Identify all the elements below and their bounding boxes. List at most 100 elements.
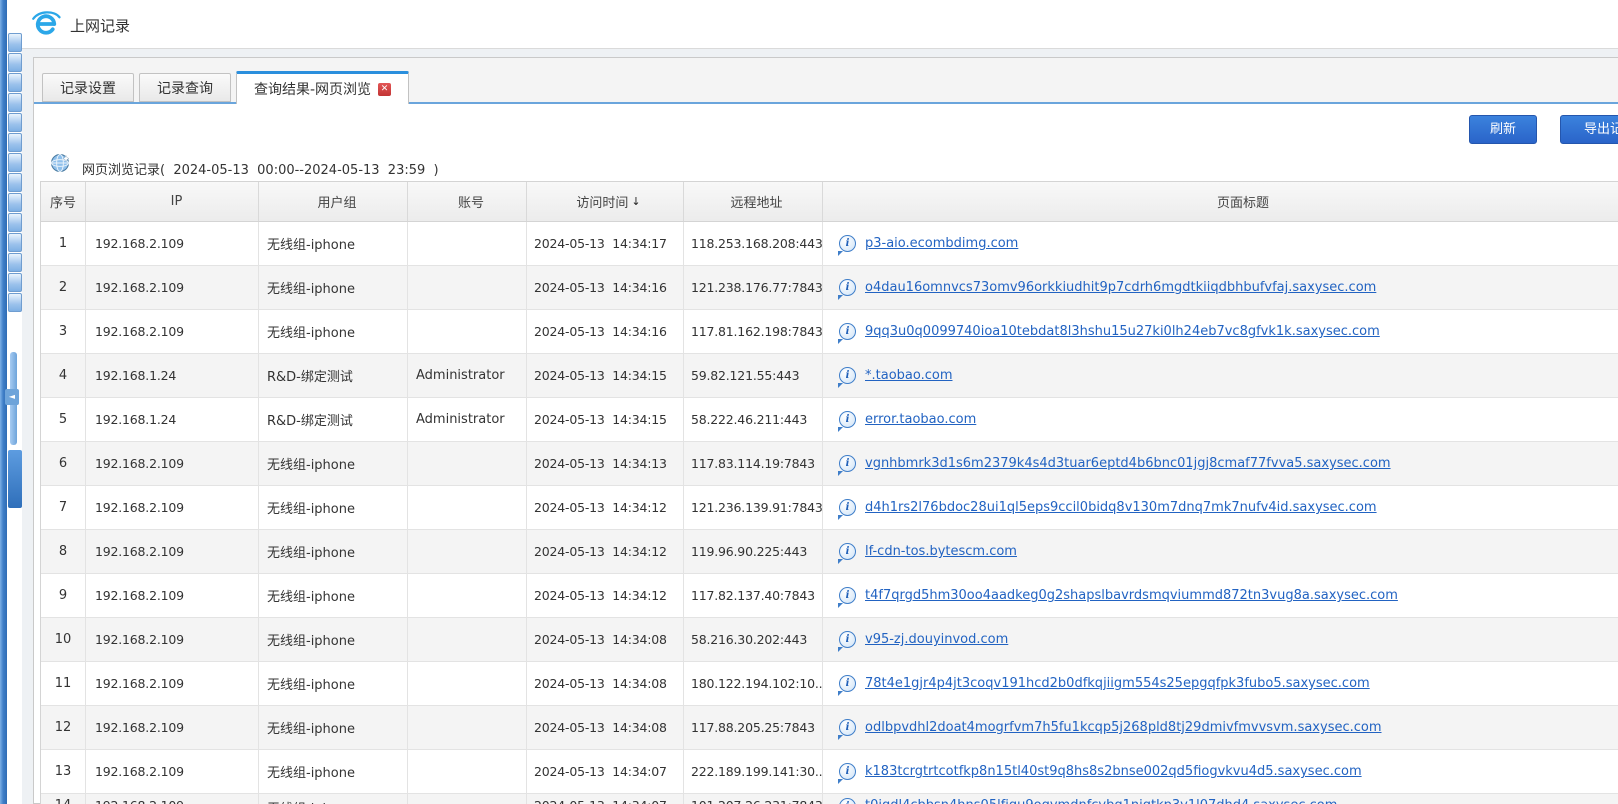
export-records-button[interactable]: 导出记录	[1560, 115, 1618, 144]
cell-ip: 192.168.2.109	[86, 530, 259, 573]
info-icon[interactable]: i	[839, 675, 856, 692]
tab-1[interactable]: 记录设置	[42, 73, 134, 102]
cell-no: 8	[41, 530, 86, 573]
sort-desc-icon: ↓	[631, 195, 640, 208]
cell-no: 4	[41, 354, 86, 397]
page-title-link[interactable]: d4h1rs2l76bdoc28ui1ql5eps9ccil0bidq8v130…	[865, 500, 1377, 515]
column-label: 用户组	[317, 192, 356, 211]
info-icon[interactable]: i	[839, 798, 856, 804]
cell-ip: 192.168.2.109	[86, 266, 259, 309]
info-icon[interactable]: i	[839, 411, 856, 428]
sidebar-collapsed-item[interactable]	[8, 193, 22, 212]
page-title-link[interactable]: lf-cdn-tos.bytescm.com	[865, 544, 1017, 559]
cell-group: R&D-绑定测试	[259, 398, 408, 441]
cell-ip: 192.168.2.109	[86, 662, 259, 705]
column-header-1[interactable]: IP	[86, 182, 259, 221]
info-icon[interactable]: i	[839, 455, 856, 472]
sidebar-collapsed-item[interactable]	[8, 73, 22, 92]
column-header-4[interactable]: 访问时间↓	[527, 182, 684, 221]
sidebar-collapsed-item[interactable]	[8, 153, 22, 172]
cell-no: 1	[41, 222, 86, 265]
top-bar: 上网记录	[22, 0, 1618, 49]
page-title-link[interactable]: v95-zj.douyinvod.com	[865, 632, 1008, 647]
cell-title: i 9qq3u0q0099740ioa10tebdat8l3hshu15u27ki…	[823, 310, 1618, 353]
info-icon[interactable]: i	[839, 763, 856, 780]
cell-account	[408, 794, 527, 804]
column-label: 序号	[50, 192, 76, 211]
page-title-link[interactable]: 9qq3u0q0099740ioa10tebdat8l3hshu15u27ki0…	[865, 324, 1380, 339]
column-label: IP	[171, 194, 183, 209]
column-header-0[interactable]: 序号	[41, 182, 86, 221]
cell-time: 2024-05-13 14:34:07	[527, 794, 684, 804]
info-icon[interactable]: i	[839, 499, 856, 516]
table-row: 8192.168.2.109无线组-iphone 2024-05-13 14:34…	[41, 530, 1618, 574]
cell-time: 2024-05-13 14:34:15	[527, 398, 684, 441]
page-title-link[interactable]: p3-aio.ecombdimg.com	[865, 236, 1018, 251]
page-title-link[interactable]: error.taobao.com	[865, 412, 976, 427]
info-icon[interactable]: i	[839, 367, 856, 384]
info-icon[interactable]: i	[839, 543, 856, 560]
sidebar-collapsed-item[interactable]	[8, 33, 22, 52]
cell-account	[408, 618, 527, 661]
sidebar-collapsed-item[interactable]	[8, 173, 22, 192]
cell-ip: 192.168.2.109	[86, 442, 259, 485]
page-title-link[interactable]: t4f7qrgd5hm30oo4aadkeg0g2shapslbavrdsmqv…	[865, 588, 1398, 603]
cell-title: i v95-zj.douyinvod.com	[823, 618, 1618, 661]
column-header-3[interactable]: 账号	[408, 182, 527, 221]
sidebar-collapsed-item[interactable]	[8, 93, 22, 112]
page-title-link[interactable]: *.taobao.com	[865, 368, 953, 383]
cell-group: 无线组-iphone	[259, 530, 408, 573]
cell-ip: 192.168.1.24	[86, 354, 259, 397]
internet-explorer-icon	[31, 9, 61, 39]
cell-no: 13	[41, 750, 86, 793]
page-title-link[interactable]: o4dau16omnvcs73omv96orkkiudhit9p7cdrh6mg…	[865, 280, 1376, 295]
cell-no: 6	[41, 442, 86, 485]
column-header-6[interactable]: 页面标题	[823, 182, 1618, 221]
cell-account	[408, 442, 527, 485]
sidebar-collapsed-item[interactable]	[8, 253, 22, 272]
table-row: 2192.168.2.109无线组-iphone2024-05-13 14:34…	[41, 266, 1618, 310]
refresh-button[interactable]: 刷新	[1469, 115, 1537, 144]
sidebar-collapsed-item[interactable]	[8, 293, 22, 312]
tab-2[interactable]: 记录查询	[139, 73, 231, 102]
cell-account: Administrator	[408, 398, 527, 441]
info-icon[interactable]: i	[839, 235, 856, 252]
cell-account	[408, 486, 527, 529]
info-icon[interactable]: i	[839, 323, 856, 340]
info-icon[interactable]: i	[839, 631, 856, 648]
sidebar-collapsed-item[interactable]	[8, 113, 22, 132]
page-title-link[interactable]: odlbpvdhl2doat4mogrfvm7h5fu1kcqp5j268pld…	[865, 720, 1382, 735]
info-icon[interactable]: i	[839, 279, 856, 296]
sidebar-collapsed-item[interactable]	[8, 53, 22, 72]
cell-no: 12	[41, 706, 86, 749]
screen: ◄ 上网记录 记录设置记录查询查询结果-网页浏览✕ 刷新 导出记录 网页浏览记录…	[0, 0, 1618, 804]
page-title-link[interactable]: vgnhbmrk3d1s6m2379k4s4d3tuar6eptd4b6bnc0…	[865, 456, 1391, 471]
info-icon[interactable]: i	[839, 587, 856, 604]
cell-remote: 117.81.162.198:7843	[684, 310, 823, 353]
page-title-link[interactable]: k183tcrgtrtcotfkp8n15tl40st9q8hs8s2bnse0…	[865, 764, 1362, 779]
column-header-2[interactable]: 用户组	[259, 182, 408, 221]
cell-time: 2024-05-13 14:34:08	[527, 706, 684, 749]
sidebar-collapsed-item[interactable]	[8, 213, 22, 232]
table-header-row: 序号IP用户组账号访问时间↓远程地址页面标题	[41, 182, 1618, 222]
column-label: 访问时间	[576, 192, 628, 211]
info-icon[interactable]: i	[839, 719, 856, 736]
page-title-link[interactable]: 78t4e1gjr4p4jt3coqv191hcd2b0dfkqjiigm554…	[865, 676, 1370, 691]
cell-ip: 192.168.2.109	[86, 794, 259, 804]
table-row: 14192.168.2.109无线组-iphone2024-05-13 14:3…	[41, 794, 1618, 804]
sidebar-collapsed-item[interactable]	[8, 133, 22, 152]
tab-close-icon[interactable]: ✕	[378, 83, 391, 96]
sidebar-collapse-arrow-icon[interactable]: ◄	[5, 389, 19, 405]
cell-account	[408, 310, 527, 353]
cell-title: i error.taobao.com	[823, 398, 1618, 441]
column-header-5[interactable]: 远程地址	[684, 182, 823, 221]
cell-time: 2024-05-13 14:34:12	[527, 530, 684, 573]
page-title-link[interactable]: t0iqdl4cbbsn4hns05lfjqu9oqvmdnfcvbq1njqt…	[865, 798, 1337, 804]
column-label: 页面标题	[1217, 192, 1269, 211]
tab-3[interactable]: 查询结果-网页浏览 ✕	[236, 71, 409, 104]
tab-strip: 记录设置记录查询 查询结果-网页浏览 ✕	[34, 58, 1618, 104]
sidebar-collapsed-item[interactable]	[8, 273, 22, 292]
cell-account	[408, 266, 527, 309]
tab-label: 查询结果-网页浏览	[254, 79, 371, 99]
sidebar-collapsed-item[interactable]	[8, 233, 22, 252]
